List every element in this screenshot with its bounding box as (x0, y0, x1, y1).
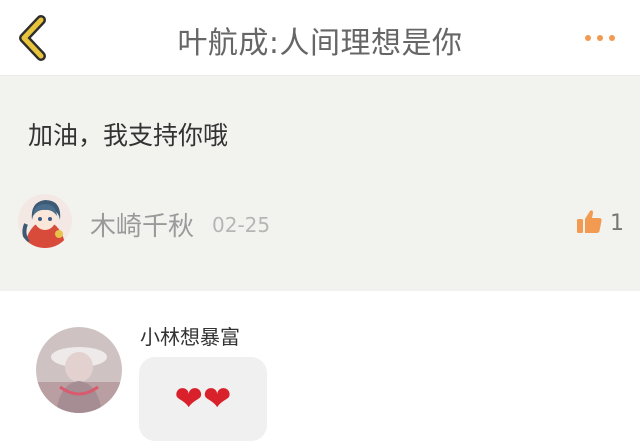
like-count: 1 (610, 211, 624, 236)
anime-avatar-image (18, 194, 72, 248)
more-dots-icon (585, 35, 615, 41)
top-bar: 叶航成:人间理想是你 (0, 0, 640, 76)
page-title: 叶航成:人间理想是你 (177, 26, 463, 61)
comment-date: 02-25 (212, 213, 271, 237)
reply-avatar[interactable] (36, 327, 122, 413)
photo-avatar-image (36, 327, 122, 413)
like-button[interactable] (574, 207, 604, 237)
main-comment: 加油，我支持你哦 木崎千秋 02-25 1 (0, 76, 640, 291)
reply-author[interactable]: 小林想暴富 (140, 321, 240, 350)
reply-bubble: ❤❤ (139, 357, 267, 441)
comment-text: 加油，我支持你哦 (28, 121, 229, 150)
avatar[interactable] (18, 194, 72, 248)
reply-text: ❤❤ (174, 379, 232, 419)
reply-item: 小林想暴富 ❤❤ (0, 291, 640, 448)
comment-author[interactable]: 木崎千秋 (90, 206, 194, 243)
more-button[interactable] (578, 24, 624, 52)
thumbs-up-icon (577, 210, 602, 233)
